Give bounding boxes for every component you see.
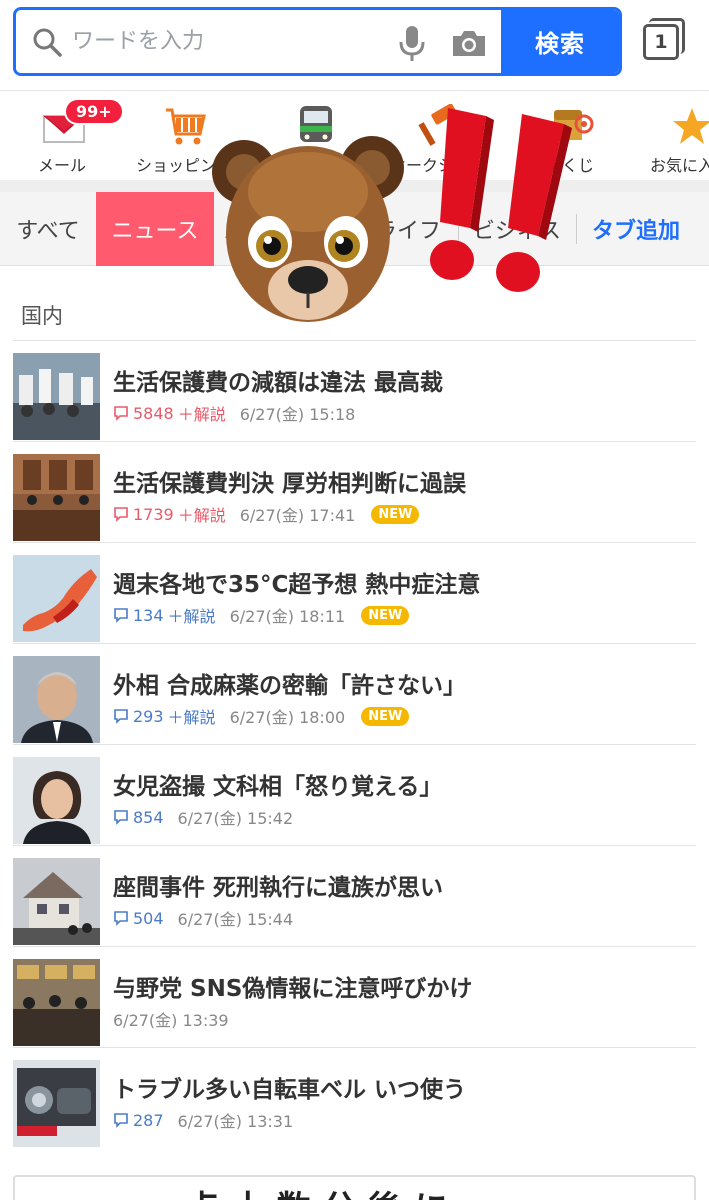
- news-thumbnail: [13, 555, 100, 642]
- news-date: 6/27(金) 13:39: [113, 1011, 229, 1030]
- news-meta: 5848 ＋解説 6/27(金) 15:18: [113, 401, 355, 425]
- news-thumbnail: [13, 1060, 100, 1147]
- news-item[interactable]: トラブル多い自転車ベル いつ使う 287 6/27(金) 13:31: [13, 1048, 696, 1149]
- service-label: お気に入り: [649, 156, 709, 175]
- new-badge: NEW: [361, 605, 410, 625]
- service-mail[interactable]: 99+ メール: [2, 92, 124, 180]
- news-item[interactable]: 生活保護費の減額は違法 最高裁 5848 ＋解説 6/27(金) 15:18: [13, 341, 696, 442]
- news-meta: 134 ＋解説 6/27(金) 18:11 NEW: [113, 603, 410, 627]
- double-exclamation-icon: [430, 108, 572, 292]
- news-item[interactable]: 女児盗撮 文科相「怒り覚える」 854 6/27(金) 15:42: [13, 745, 696, 846]
- search-button[interactable]: 検索: [501, 10, 619, 73]
- news-thumbnail: [13, 656, 100, 743]
- microphone-icon[interactable]: [397, 24, 427, 62]
- news-date: 6/27(金) 18:00: [229, 708, 346, 727]
- news-thumbnail: [13, 353, 100, 440]
- cart-icon: [166, 108, 206, 145]
- news-item[interactable]: 生活保護費判決 厚労相判断に過誤 1739 ＋解説 6/27(金) 17:41 N…: [13, 442, 696, 543]
- comment-count: 134 ＋解説: [113, 603, 216, 627]
- bottom-banner-text: 点 土 数 分 後 に: [185, 1181, 448, 1200]
- star-icon: [673, 108, 709, 144]
- comment-count: 5848 ＋解説: [113, 401, 226, 425]
- bottom-banner[interactable]: 点 土 数 分 後 に: [13, 1175, 696, 1200]
- divider: [0, 90, 709, 91]
- comment-count: 1739 ＋解説: [113, 502, 226, 526]
- comment-icon: [114, 709, 128, 724]
- search-icon: [33, 28, 62, 57]
- section-title: 国内: [21, 304, 63, 328]
- comment-count: 287: [113, 1111, 164, 1130]
- news-item[interactable]: 週末各地で35°C超予想 熱中症注意 134 ＋解説 6/27(金) 18:11 …: [13, 543, 696, 644]
- news-headline: 生活保護費の減額は違法 最高裁: [113, 370, 444, 396]
- news-item[interactable]: 座間事件 死刑執行に遺族が思い 504 6/27(金) 15:44: [13, 846, 696, 947]
- news-headline: 週末各地で35°C超予想 熱中症注意: [113, 572, 481, 598]
- news-thumbnail: [13, 757, 100, 844]
- news-date: 6/27(金) 13:31: [177, 1112, 294, 1131]
- tab-count-label: 1: [643, 24, 679, 60]
- news-headline: トラブル多い自転車ベル いつ使う: [113, 1077, 467, 1103]
- news-headline: 座間事件 死刑執行に遺族が思い: [113, 875, 444, 901]
- new-badge: NEW: [361, 706, 410, 726]
- search-input[interactable]: [72, 21, 382, 62]
- news-meta: 287 6/27(金) 13:31: [113, 1108, 293, 1132]
- news-meta: 6/27(金) 13:39: [113, 1007, 229, 1031]
- news-headline: 女児盗撮 文科相「怒り覚える」: [113, 774, 443, 800]
- news-meta: 293 ＋解説 6/27(金) 18:00 NEW: [113, 704, 410, 728]
- news-headline: 生活保護費判決 厚労相判断に過誤: [113, 471, 467, 497]
- comment-icon: [114, 911, 128, 926]
- comment-icon: [114, 810, 128, 825]
- news-item[interactable]: 外相 合成麻薬の密輸「許さない」 293 ＋解説 6/27(金) 18:00 NE…: [13, 644, 696, 745]
- mail-badge: 99+: [64, 98, 124, 125]
- tab-add-button[interactable]: タブ追加: [580, 192, 692, 266]
- comment-icon: [114, 507, 128, 522]
- tab-all[interactable]: すべて: [0, 192, 96, 266]
- comment-icon: [114, 608, 128, 623]
- tab-news[interactable]: ニュース: [96, 192, 214, 266]
- search-field[interactable]: [16, 10, 501, 73]
- comment-icon: [114, 1113, 128, 1128]
- news-meta: 504 6/27(金) 15:44: [113, 906, 293, 930]
- news-date: 6/27(金) 15:18: [239, 405, 356, 424]
- comment-count: 293 ＋解説: [113, 704, 216, 728]
- news-thumbnail: [13, 959, 100, 1046]
- news-meta: 854 6/27(金) 15:42: [113, 805, 293, 829]
- news-thumbnail: [13, 858, 100, 945]
- news-date: 6/27(金) 15:44: [177, 910, 294, 929]
- search-bar: 検索: [13, 7, 622, 76]
- service-favorites[interactable]: お気に入り: [630, 92, 709, 180]
- comment-icon: [114, 406, 128, 421]
- news-date: 6/27(金) 18:11: [229, 607, 346, 626]
- tab-count-button[interactable]: 1: [643, 18, 687, 62]
- news-date: 6/27(金) 17:41: [239, 506, 356, 525]
- new-badge: NEW: [371, 504, 420, 524]
- news-meta: 1739 ＋解説 6/27(金) 17:41 NEW: [113, 502, 420, 526]
- tab-separator: [576, 214, 577, 244]
- news-date: 6/27(金) 15:42: [177, 809, 294, 828]
- bear-sticker: [212, 136, 404, 322]
- news-headline: 外相 合成麻薬の密輸「許さない」: [113, 673, 467, 699]
- news-headline: 与野党 SNS偽情報に注意呼びかけ: [113, 976, 473, 1002]
- news-thumbnail: [13, 454, 100, 541]
- comment-count: 504: [113, 909, 164, 928]
- camera-icon[interactable]: [451, 28, 487, 58]
- comment-count: 854: [113, 808, 164, 827]
- news-item[interactable]: 与野党 SNS偽情報に注意呼びかけ 6/27(金) 13:39: [13, 947, 696, 1048]
- service-label: メール: [37, 156, 86, 175]
